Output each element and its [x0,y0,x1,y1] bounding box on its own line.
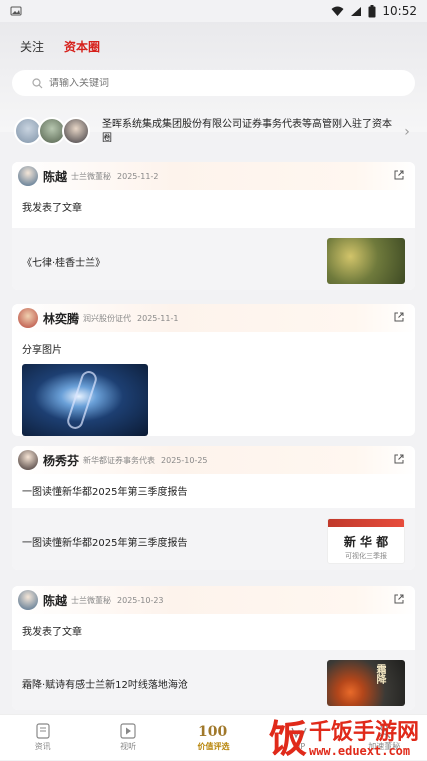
avatar[interactable] [18,308,38,328]
news-icon [36,723,50,739]
post-text: 一图读懂新华都2025年第三季度报告 [22,487,188,498]
notice-avatars [14,117,98,147]
image-decoration [65,368,99,432]
site-watermark: 饭 千饭手游网 www.eduext.com [268,716,419,761]
post-text: 分享图片 [22,345,62,356]
post-date: 2025-10-25 [161,455,208,465]
avatar[interactable] [18,450,38,470]
post-role: 士兰微董秘 [71,171,112,181]
status-notifications [10,5,22,17]
thumb-banner [328,519,404,527]
post-card[interactable]: 陈越 士兰微董秘 2025-11-2 我发表了文章 《七律·桂香士兰》 [12,162,415,290]
avatar[interactable] [18,166,38,186]
article-thumbnail: 新 华 都 可视化三季报 [327,518,405,564]
gallery-icon [10,6,22,16]
post-text: 我发表了文章 [22,627,82,638]
watermark-url: www.eduext.com [308,744,411,758]
shared-image[interactable] [22,364,148,436]
post-author[interactable]: 林奕腾 [43,310,79,327]
100-badge-icon: 100 [198,724,227,739]
post-date: 2025-11-1 [137,313,179,323]
article-link[interactable]: 一图读懂新华都2025年第三季度报告 新 华 都 可视化三季报 [12,508,415,570]
article-title: 《七律·桂香士兰》 [22,257,106,269]
chevron-right-icon[interactable]: › [399,124,415,140]
post-date: 2025-11-2 [117,171,159,181]
post-role: 新华都证券事务代表 [83,455,156,465]
share-icon[interactable] [393,311,405,323]
nav-video[interactable]: 视听 [98,723,158,752]
avatar [62,117,90,145]
post-author[interactable]: 陈越 [43,168,67,185]
new-member-notice[interactable]: 圣晖系统集成集团股份有限公司证券事务代表等高管刚入驻了资本圈 › [14,112,415,152]
battery-icon [368,4,376,17]
article-thumbnail: 霜降 [327,660,405,706]
thumb-subtitle: 可视化三季报 [345,552,387,560]
post-card[interactable]: 杨秀芬 新华都证券事务代表 2025-10-25 一图读懂新华都2025年第三季… [12,446,415,570]
thumb-title: 新 华 都 [343,535,389,549]
post-role: 润兴股份证代 [83,313,132,323]
status-time: 10:52 [382,4,417,18]
notice-text: 圣晖系统集成集团股份有限公司证券事务代表等高管刚入驻了资本圈 [102,119,392,144]
post-date: 2025-10-23 [117,595,164,605]
avatar[interactable] [18,590,38,610]
thumb-title: 霜降 [374,664,385,684]
article-link[interactable]: 霜降·赋诗有感士兰新12吋线落地海沧 霜降 [12,650,415,710]
post-card[interactable]: 林奕腾 润兴股份证代 2025-11-1 分享图片 [12,304,415,436]
article-link[interactable]: 《七律·桂香士兰》 [12,228,415,290]
search-input[interactable] [49,77,415,89]
post-author[interactable]: 陈越 [43,592,67,609]
watermark-brand: 饭 [268,716,307,761]
post-header: 陈越 士兰微董秘 2025-10-23 [12,586,415,614]
nav-news[interactable]: 资讯 [13,723,73,752]
article-title: 一图读懂新华都2025年第三季度报告 [22,537,188,549]
nav-label: 视听 [120,742,137,751]
svg-text:100: 100 [198,724,227,739]
wifi-icon [331,6,344,16]
signal-icon [351,6,362,16]
nav-value-selection[interactable]: 100 价值评选 [183,723,243,752]
share-icon[interactable] [393,593,405,605]
post-header: 杨秀芬 新华都证券事务代表 2025-10-25 [12,446,415,474]
post-card[interactable]: 陈越 士兰微董秘 2025-10-23 我发表了文章 霜降·赋诗有感士兰新12吋… [12,586,415,710]
share-icon[interactable] [393,453,405,465]
post-text: 我发表了文章 [22,203,82,214]
play-icon [120,723,136,739]
nav-label: 资讯 [34,742,51,751]
post-role: 士兰微董秘 [71,595,112,605]
article-thumbnail [327,238,405,284]
article-title: 霜降·赋诗有感士兰新12吋线落地海沧 [22,679,188,691]
share-icon[interactable] [393,169,405,181]
post-header: 陈越 士兰微董秘 2025-11-2 [12,162,415,190]
post-author[interactable]: 杨秀芬 [43,452,79,469]
search-icon [32,77,43,88]
nav-label: 价值评选 [197,742,230,751]
post-header: 林奕腾 润兴股份证代 2025-11-1 [12,304,415,332]
status-bar: 10:52 [0,0,427,22]
search-bar[interactable] [12,70,415,96]
watermark-name: 千饭手游网 [308,719,419,745]
